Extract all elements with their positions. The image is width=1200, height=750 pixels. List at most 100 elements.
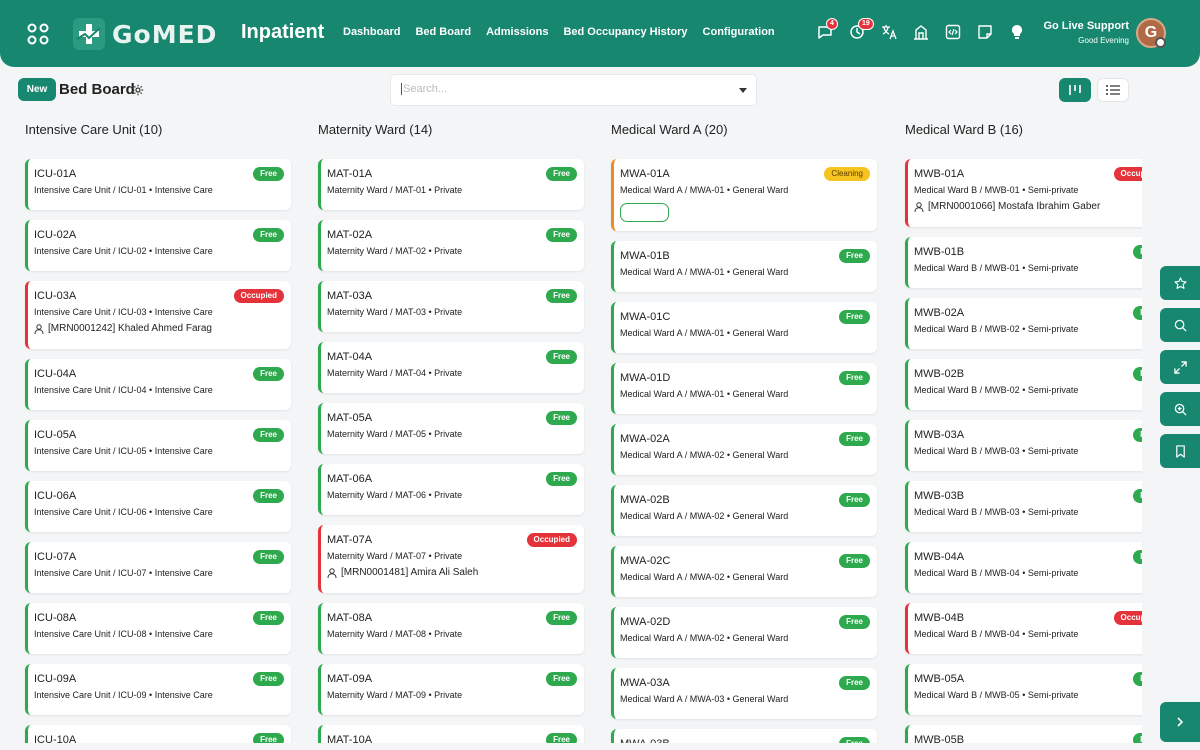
module-title: Inpatient: [241, 21, 325, 43]
side-search-button[interactable]: [1160, 308, 1200, 342]
notes-icon[interactable]: [977, 24, 993, 40]
bed-card[interactable]: MWA-01A Medical Ward A / MWA-01 • General…: [611, 159, 877, 231]
search-input[interactable]: [401, 83, 721, 95]
translate-icon[interactable]: [881, 24, 897, 40]
bed-card[interactable]: MAT-08A Maternity Ward / MAT-08 • Private…: [318, 603, 584, 654]
bed-card[interactable]: MWA-02C Medical Ward A / MWA-02 • General…: [611, 546, 877, 597]
chat-icon[interactable]: 4: [817, 18, 838, 40]
bed-card[interactable]: MWB-05A Medical Ward B / MWB-05 • Semi-pr…: [905, 664, 1142, 715]
bed-card[interactable]: MAT-02A Maternity Ward / MAT-02 • Private…: [318, 220, 584, 271]
kanban-view-button[interactable]: [1059, 78, 1091, 102]
bed-card[interactable]: MAT-07A Maternity Ward / MAT-07 • Private…: [318, 525, 584, 593]
list-view-button[interactable]: [1097, 78, 1129, 102]
bed-card[interactable]: MWA-02D Medical Ward A / MWA-02 • General…: [611, 607, 877, 658]
bed-card[interactable]: MWB-04B Medical Ward B / MWB-04 • Semi-pr…: [905, 603, 1142, 654]
bed-card[interactable]: ICU-02A Intensive Care Unit / ICU-02 • In…: [25, 220, 291, 271]
bed-card[interactable]: ICU-07A Intensive Care Unit / ICU-07 • In…: [25, 542, 291, 593]
bed-card[interactable]: MAT-06A Maternity Ward / MAT-06 • Private…: [318, 464, 584, 515]
bed-card[interactable]: MAT-05A Maternity Ward / MAT-05 • Private…: [318, 403, 584, 454]
bed-card[interactable]: ICU-06A Intensive Care Unit / ICU-06 • In…: [25, 481, 291, 532]
bed-location: Medical Ward B / MWB-03 • Semi-private: [914, 446, 1079, 456]
bed-code: ICU-05A: [34, 429, 77, 441]
bed-card[interactable]: MWA-03A Medical Ward A / MWA-03 • General…: [611, 668, 877, 719]
bookmark-button[interactable]: [1160, 434, 1200, 468]
status-badge: Free: [253, 428, 284, 442]
status-badge: Free: [1133, 733, 1142, 743]
bed-card[interactable]: MWA-02A Medical Ward A / MWA-02 • General…: [611, 424, 877, 475]
gomed-logo[interactable]: GoMED: [72, 15, 217, 53]
bed-code: ICU-06A: [34, 490, 77, 502]
greeting-text: Good Evening: [1078, 36, 1129, 45]
bed-card[interactable]: MWB-05B Free: [905, 725, 1142, 743]
gear-icon[interactable]: [132, 84, 144, 96]
bed-card[interactable]: MWB-04A Medical Ward B / MWB-04 • Semi-pr…: [905, 542, 1142, 593]
bed-location: Intensive Care Unit / ICU-07 • Intensive…: [34, 568, 213, 578]
patient-info[interactable]: [MRN0001066] Mostafa Ibrahim Gaber: [914, 201, 1100, 212]
chevron-down-icon[interactable]: [739, 88, 747, 93]
bed-code: MWB-04B: [914, 612, 965, 624]
building-icon[interactable]: [913, 24, 929, 40]
clock-icon[interactable]: 19: [849, 18, 874, 40]
header-tools: 4 19: [817, 18, 1041, 40]
support-title: Go Live Support: [1043, 20, 1129, 32]
card-action-button[interactable]: [620, 203, 669, 222]
bed-card[interactable]: MAT-04A Maternity Ward / MAT-04 • Private…: [318, 342, 584, 393]
bed-card[interactable]: MAT-10A Free: [318, 725, 584, 743]
bed-card[interactable]: MWA-01D Medical Ward A / MWA-01 • General…: [611, 363, 877, 414]
zoom-in-button[interactable]: [1160, 392, 1200, 426]
bed-code: ICU-07A: [34, 551, 77, 563]
bed-card[interactable]: MWB-02B Medical Ward B / MWB-02 • Semi-pr…: [905, 359, 1142, 410]
search-box[interactable]: [390, 74, 757, 106]
bed-code: MAT-03A: [327, 290, 373, 302]
nav-configuration[interactable]: Configuration: [703, 26, 775, 38]
bed-card[interactable]: MWB-03B Medical Ward B / MWB-03 • Semi-pr…: [905, 481, 1142, 532]
nav-dashboard[interactable]: Dashboard: [343, 26, 400, 38]
status-badge: Free: [1133, 672, 1142, 686]
bed-card[interactable]: MAT-09A Maternity Ward / MAT-09 • Private…: [318, 664, 584, 715]
bed-card[interactable]: MWA-03B Free: [611, 729, 877, 743]
patient-info[interactable]: [MRN0001242] Khaled Ahmed Farag: [34, 323, 212, 334]
bed-card[interactable]: MAT-01A Maternity Ward / MAT-01 • Private…: [318, 159, 584, 210]
bed-card[interactable]: MWB-01A Medical Ward B / MWB-01 • Semi-pr…: [905, 159, 1142, 227]
next-button[interactable]: [1160, 702, 1200, 742]
bed-card[interactable]: ICU-03A Intensive Care Unit / ICU-03 • In…: [25, 281, 291, 349]
bed-code: MWB-01A: [914, 168, 965, 180]
apps-grid-icon[interactable]: [27, 23, 49, 45]
expand-button[interactable]: [1160, 350, 1200, 384]
bed-card[interactable]: MAT-03A Maternity Ward / MAT-03 • Private…: [318, 281, 584, 332]
bed-card[interactable]: ICU-10A Free: [25, 725, 291, 743]
lightbulb-icon[interactable]: [1009, 24, 1025, 40]
bed-card[interactable]: ICU-05A Intensive Care Unit / ICU-05 • In…: [25, 420, 291, 471]
status-badge: Free: [546, 350, 577, 364]
bed-card[interactable]: MWB-02A Medical Ward B / MWB-02 • Semi-pr…: [905, 298, 1142, 349]
status-badge: Free: [1133, 489, 1142, 503]
live-support[interactable]: Go Live Support Good Evening: [1040, 20, 1129, 45]
bed-card[interactable]: MWB-03A Medical Ward B / MWB-03 • Semi-pr…: [905, 420, 1142, 471]
bed-code: MWA-01C: [620, 311, 671, 323]
bed-card[interactable]: ICU-09A Intensive Care Unit / ICU-09 • In…: [25, 664, 291, 715]
bed-card[interactable]: MWA-01C Medical Ward A / MWA-01 • General…: [611, 302, 877, 353]
nav-admissions[interactable]: Admissions: [486, 26, 548, 38]
nav-bed-occupancy-history[interactable]: Bed Occupancy History: [563, 26, 687, 38]
status-badge: Free: [546, 167, 577, 181]
code-icon[interactable]: [945, 24, 961, 40]
bed-card[interactable]: MWA-01B Medical Ward A / MWA-01 • General…: [611, 241, 877, 292]
nav-bed-board[interactable]: Bed Board: [415, 26, 471, 38]
bed-card[interactable]: MWA-02B Medical Ward A / MWA-02 • General…: [611, 485, 877, 536]
patient-info[interactable]: [MRN0001481] Amira Ali Saleh: [327, 567, 478, 578]
bed-card[interactable]: ICU-04A Intensive Care Unit / ICU-04 • In…: [25, 359, 291, 410]
bed-card[interactable]: MWB-01B Medical Ward B / MWB-01 • Semi-pr…: [905, 237, 1142, 288]
status-badge: Free: [546, 672, 577, 686]
bed-card[interactable]: ICU-08A Intensive Care Unit / ICU-08 • In…: [25, 603, 291, 654]
board-column: Medical Ward B (16) MWB-01A Medical Ward B…: [905, 110, 1142, 743]
bed-code: MWA-02B: [620, 494, 670, 506]
column-title: Medical Ward A (20): [611, 122, 728, 137]
status-badge: Free: [546, 472, 577, 486]
bed-card[interactable]: ICU-01A Intensive Care Unit / ICU-01 • In…: [25, 159, 291, 210]
status-badge: Free: [253, 550, 284, 564]
bed-location: Medical Ward A / MWA-01 • General Ward: [620, 328, 789, 338]
status-badge: Occupied: [526, 533, 577, 547]
favorite-button[interactable]: [1160, 266, 1200, 300]
new-button[interactable]: New: [18, 78, 56, 101]
bed-location: Maternity Ward / MAT-02 • Private: [327, 246, 463, 256]
